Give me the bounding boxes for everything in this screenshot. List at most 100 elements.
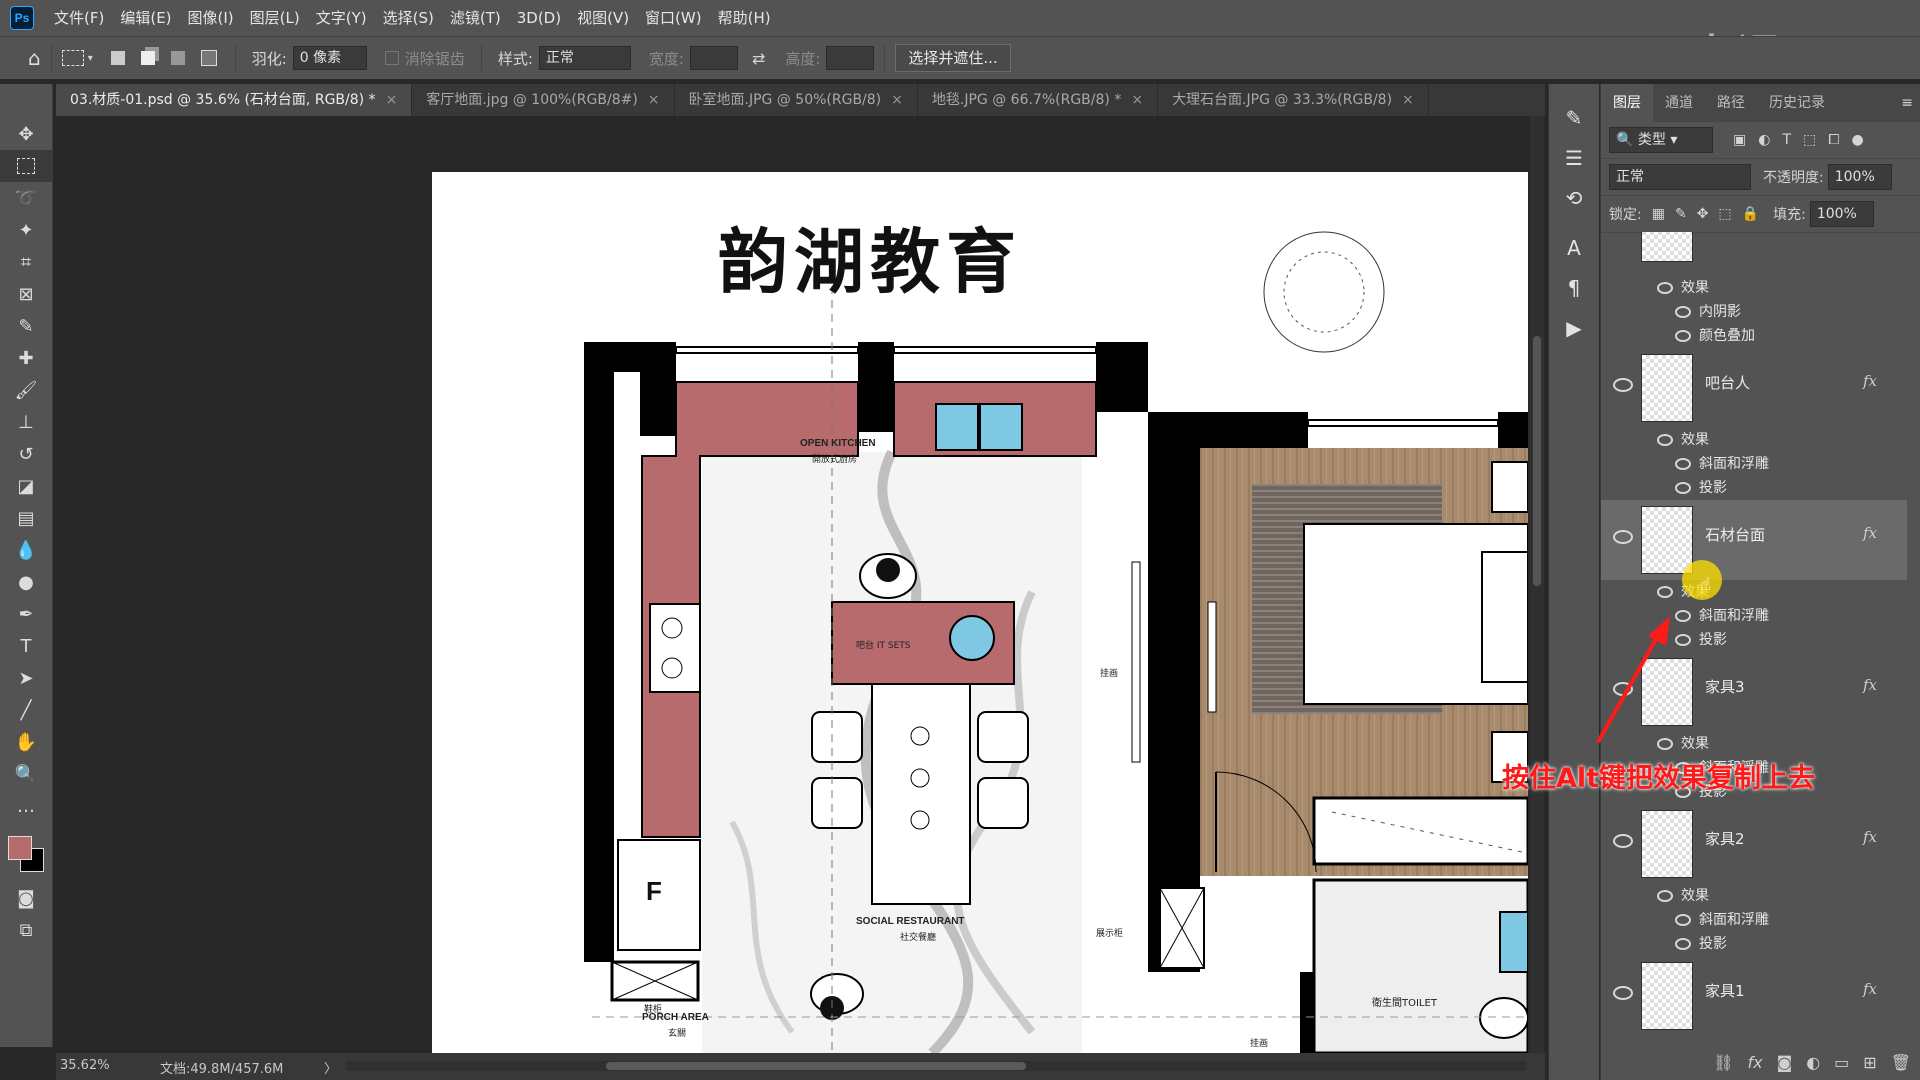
tab-document-2[interactable]: 客厅地面.jpg @ 100%(RGB/8#) ×	[412, 84, 675, 116]
paragraph-icon[interactable]: ¶	[1549, 268, 1599, 308]
brush-tool-icon[interactable]: 🖌	[0, 374, 52, 406]
close-icon[interactable]: ×	[386, 92, 398, 108]
tab-history[interactable]: 历史记录	[1757, 84, 1837, 122]
height-input[interactable]	[826, 46, 875, 70]
type-filter-icon[interactable]: T	[1782, 132, 1791, 148]
foreground-color-swatch[interactable]	[8, 836, 32, 860]
menu-help[interactable]: 帮助(H)	[710, 0, 779, 36]
tab-document-3[interactable]: 卧室地面.JPG @ 50%(RGB/8) ×	[675, 84, 918, 116]
lock-artboard-icon[interactable]: ⬚	[1718, 206, 1731, 222]
layer-thumbnail[interactable]	[1641, 962, 1693, 1030]
lock-pixels-icon[interactable]: ✎	[1675, 206, 1687, 222]
link-layers-icon[interactable]: ⛓	[1713, 1053, 1733, 1072]
new-group-icon[interactable]: ▭	[1834, 1053, 1849, 1072]
select-and-mask-button[interactable]: 选择并遮住...	[895, 44, 1011, 72]
menu-type[interactable]: 文字(Y)	[308, 0, 375, 36]
tab-layers[interactable]: 图层	[1601, 84, 1653, 122]
history-icon[interactable]: ⟲	[1549, 178, 1599, 218]
eye-icon[interactable]	[1675, 482, 1691, 494]
eye-icon[interactable]	[1613, 986, 1633, 1000]
tab-document-5[interactable]: 大理石台面.JPG @ 33.3%(RGB/8) ×	[1158, 84, 1429, 116]
add-mask-icon[interactable]: ◙	[1777, 1053, 1793, 1072]
layer-item[interactable]: 家具2 fx	[1601, 804, 1907, 892]
intersect-selection-icon[interactable]	[200, 50, 217, 66]
layer-item[interactable]: 家具1 fx	[1601, 956, 1907, 1032]
menu-image[interactable]: 图像(I)	[180, 0, 242, 36]
close-icon[interactable]: ×	[1402, 92, 1414, 108]
menu-edit[interactable]: 编辑(E)	[112, 0, 179, 36]
eraser-tool-icon[interactable]: ◪	[0, 470, 52, 502]
adjustment-filter-icon[interactable]: ◐	[1758, 132, 1770, 148]
crop-tool-icon[interactable]: ⌗	[0, 246, 52, 278]
eye-icon[interactable]	[1675, 938, 1691, 950]
antialias-checkbox[interactable]	[384, 51, 399, 65]
character-icon[interactable]: A	[1549, 228, 1599, 268]
subtract-selection-icon[interactable]	[170, 51, 185, 65]
eye-icon[interactable]	[1657, 282, 1673, 294]
eye-icon[interactable]	[1657, 890, 1673, 902]
line-tool-icon[interactable]: ╱	[0, 694, 52, 726]
menu-select[interactable]: 选择(S)	[375, 0, 442, 36]
new-selection-icon[interactable]	[110, 51, 125, 65]
tab-document-4[interactable]: 地毯.JPG @ 66.7%(RGB/8) * ×	[918, 84, 1159, 116]
adjustment-layer-icon[interactable]: ◐	[1806, 1053, 1820, 1072]
layer-thumbnail[interactable]	[1641, 232, 1693, 262]
marquee-tool-icon[interactable]	[0, 150, 52, 182]
adjustments-icon[interactable]: ☰	[1549, 138, 1599, 178]
canvas-area[interactable]: 韵湖教育 OPEN KITCHEN 開放式廚房 吧台 IT SETS F SOC…	[56, 116, 1528, 1053]
color-swatches[interactable]	[0, 822, 52, 882]
lock-position-icon[interactable]: ✥	[1697, 206, 1709, 222]
layer-thumbnail[interactable]	[1641, 810, 1693, 878]
layer-thumbnail[interactable]	[1641, 506, 1693, 574]
menu-window[interactable]: 窗口(W)	[637, 0, 710, 36]
layer-name[interactable]: 吧台人	[1705, 372, 1750, 393]
clone-stamp-tool-icon[interactable]: ⊥	[0, 406, 52, 438]
quick-mask-icon[interactable]: ◙	[0, 882, 52, 914]
type-tool-icon[interactable]: T	[0, 630, 52, 662]
horizontal-scrollbar[interactable]	[346, 1061, 1526, 1071]
zoom-level[interactable]: 35.62%	[60, 1058, 110, 1073]
layer-item[interactable]: 水池	[1601, 232, 1907, 276]
fx-icon[interactable]: fx	[1863, 828, 1877, 846]
eye-icon[interactable]	[1675, 330, 1691, 342]
eye-icon[interactable]	[1675, 458, 1691, 470]
layer-item[interactable]: 吧台人 fx	[1601, 348, 1907, 436]
new-layer-icon[interactable]: ⊞	[1863, 1053, 1876, 1072]
chevron-down-icon[interactable]: ▾	[88, 53, 93, 64]
dodge-tool-icon[interactable]: ●	[0, 566, 52, 598]
home-icon[interactable]: ⌂	[28, 46, 41, 70]
fx-icon[interactable]: fx	[1863, 980, 1877, 998]
menu-filter[interactable]: 滤镜(T)	[442, 0, 509, 36]
layer-name[interactable]: 家具3	[1705, 676, 1745, 697]
add-selection-icon[interactable]	[140, 51, 155, 65]
zoom-tool-icon[interactable]: 🔍	[0, 758, 52, 790]
fx-icon[interactable]: fx	[1863, 372, 1877, 390]
fx-icon[interactable]: fx	[1863, 676, 1877, 694]
lock-transparent-icon[interactable]: ▦	[1652, 206, 1665, 222]
menu-view[interactable]: 视图(V)	[569, 0, 637, 36]
eye-icon[interactable]	[1657, 586, 1673, 598]
eye-icon[interactable]	[1675, 914, 1691, 926]
filter-toggle-icon[interactable]: ●	[1851, 132, 1863, 148]
tab-document-1[interactable]: 03.材质-01.psd @ 35.6% (石材台面, RGB/8) * ×	[56, 84, 413, 116]
eye-icon[interactable]	[1675, 306, 1691, 318]
scrollbar-thumb[interactable]	[606, 1062, 1026, 1070]
layer-thumbnail[interactable]	[1641, 354, 1693, 422]
pixel-filter-icon[interactable]: ▣	[1733, 132, 1746, 148]
swap-icon[interactable]: ⇄	[752, 49, 765, 68]
menu-3d[interactable]: 3D(D)	[509, 0, 569, 36]
magic-wand-tool-icon[interactable]: ✦	[0, 214, 52, 246]
smart-object-filter-icon[interactable]: ⧠	[1828, 132, 1839, 148]
hand-tool-icon[interactable]: ✋	[0, 726, 52, 758]
more-tools-icon[interactable]: …	[0, 790, 52, 822]
close-icon[interactable]: ×	[648, 92, 660, 108]
layer-name[interactable]: 石材台面	[1705, 524, 1765, 545]
tab-channels[interactable]: 通道	[1653, 84, 1705, 122]
opacity-input[interactable]: 100%	[1827, 164, 1892, 190]
scrollbar-thumb[interactable]	[1533, 336, 1541, 586]
screen-mode-icon[interactable]: ⧉	[0, 914, 52, 946]
eye-icon[interactable]	[1613, 378, 1633, 392]
trash-icon[interactable]: 🗑	[1891, 1053, 1911, 1072]
panel-menu-icon[interactable]: ≡	[1901, 95, 1913, 111]
close-icon[interactable]: ×	[891, 92, 903, 108]
